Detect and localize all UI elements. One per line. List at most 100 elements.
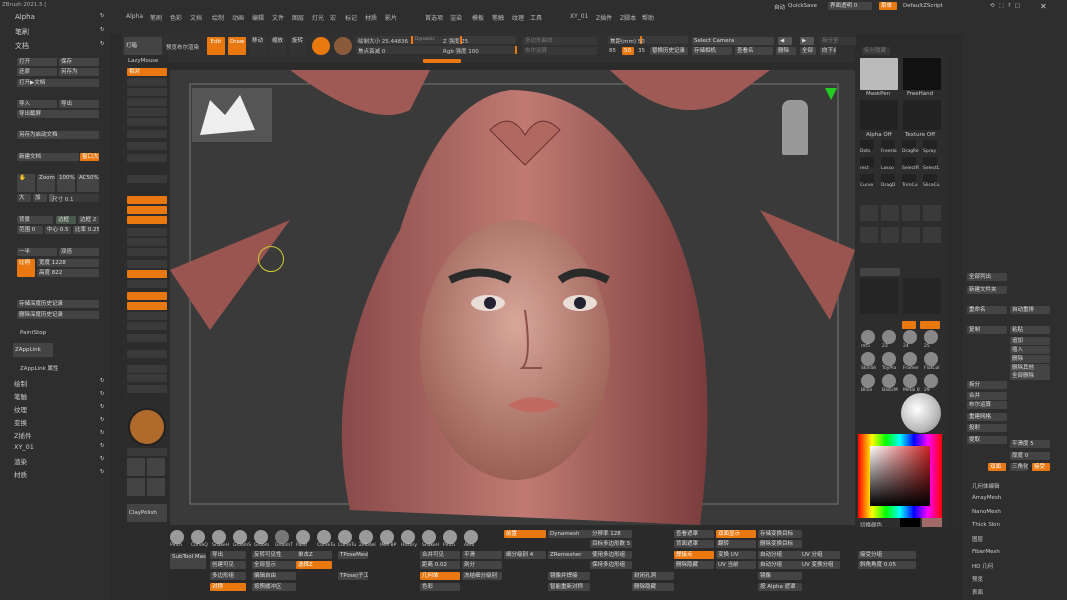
menu-item-21[interactable]: Z插件: [596, 13, 612, 22]
scale-button[interactable]: 缩放: [270, 37, 286, 55]
bottom-button-27[interactable]: 使用多边形组: [590, 551, 632, 559]
prev-camera-icon[interactable]: ◀: [778, 37, 792, 45]
refresh-icon[interactable]: ↻: [100, 13, 105, 19]
move-button[interactable]: 移动: [250, 37, 266, 55]
accept-button[interactable]: 接受: [1032, 463, 1050, 471]
left-shelf-button-16[interactable]: [127, 270, 167, 278]
all-camera-button[interactable]: 全部: [800, 47, 816, 55]
material-icon-2[interactable]: [903, 330, 917, 344]
brush-icon-7[interactable]: [317, 530, 331, 544]
material-icon-10[interactable]: [903, 374, 917, 388]
menu-item-2[interactable]: 色彩: [170, 13, 182, 22]
palette-brush[interactable]: 笔刷: [15, 27, 29, 37]
bottom-button-32[interactable]: 背面遮罩: [674, 540, 714, 548]
shelf-icon-0[interactable]: [127, 458, 145, 476]
bottom-button-41[interactable]: 自动分组: [758, 551, 802, 559]
width-slider[interactable]: 宽度 1228: [37, 259, 99, 267]
left-shelf-button-0[interactable]: [127, 78, 167, 86]
bottom-button-10[interactable]: TPoseMesh: [338, 551, 368, 559]
actual-size-button[interactable]: 100%: [57, 174, 75, 192]
refresh-icon[interactable]: ↻: [100, 378, 105, 384]
refresh-icon[interactable]: ↻: [100, 41, 105, 47]
palette-document[interactable]: 文档: [15, 41, 29, 51]
left-shelf-button-15[interactable]: [127, 260, 167, 268]
material-icon-4[interactable]: [861, 352, 875, 366]
subtool-action-15[interactable]: 投射: [967, 424, 1007, 432]
tool-icon-0[interactable]: [860, 205, 878, 221]
material-sphere-icon[interactable]: [901, 393, 941, 433]
lens-50[interactable]: 50: [622, 47, 634, 55]
brush-icon-11[interactable]: [401, 530, 415, 544]
brush-icon-13[interactable]: [443, 530, 457, 544]
bottom-button-48[interactable]: 斜角角度 0.05: [858, 561, 916, 569]
menu-item-5[interactable]: 动画: [232, 13, 244, 22]
left-shelf-button-12[interactable]: [127, 228, 167, 236]
menu-item-10[interactable]: 宏: [330, 13, 336, 22]
left-shelf-button-18[interactable]: [127, 292, 167, 300]
store-depth-history-button[interactable]: 存储深度历史记录: [17, 300, 99, 308]
tool-icon-1[interactable]: [881, 205, 899, 221]
subtool-action-9[interactable]: 删除其他: [1010, 364, 1050, 372]
bottom-button-45[interactable]: UV 分组: [800, 551, 840, 559]
import-button[interactable]: 导入: [17, 100, 57, 108]
double-sided-button[interactable]: 双面: [988, 463, 1006, 471]
subtool-action-10[interactable]: 全部删除: [1010, 372, 1050, 380]
menu-item-3[interactable]: 文档: [190, 13, 202, 22]
ratio-slider[interactable]: 比率 0.25: [73, 226, 99, 234]
left-shelf-button-17[interactable]: [127, 280, 167, 288]
zoom2d-button[interactable]: Zoom2D: [37, 174, 55, 192]
brush-icon-4[interactable]: [254, 530, 268, 544]
menu-item-23[interactable]: 帮助: [642, 13, 654, 22]
double-button[interactable]: 双倍: [59, 248, 99, 256]
refresh-icon[interactable]: ↻: [100, 443, 105, 449]
left-shelf-button-23[interactable]: [127, 350, 167, 358]
subtool-action-0[interactable]: 全部列出: [967, 273, 1007, 281]
palette-5[interactable]: XY_01: [14, 443, 34, 451]
palette-3[interactable]: 变换: [14, 417, 27, 427]
shelf-icon-3[interactable]: [147, 478, 165, 496]
subtool-action-16[interactable]: 提取: [967, 436, 1007, 444]
menu-item-20[interactable]: XY_01: [570, 13, 588, 20]
brush-icon-6[interactable]: [296, 530, 310, 544]
material-icon-8[interactable]: [861, 374, 875, 388]
left-shelf-button-1[interactable]: [127, 88, 167, 96]
subtool-action-1[interactable]: 新建文件夹: [967, 286, 1007, 294]
save-startup-doc-button[interactable]: 另存为启动文档: [17, 131, 99, 139]
palette-2[interactable]: 纹理: [14, 404, 27, 414]
subtool-master-button[interactable]: SubTool Master: [170, 553, 206, 569]
menu-item-0[interactable]: Alpha: [126, 13, 143, 20]
menu-item-11[interactable]: 标记: [345, 13, 357, 22]
bottom-button-24[interactable]: 智能重新对称: [548, 583, 590, 591]
bottom-button-1[interactable]: 创建可见: [210, 561, 246, 569]
brush-icon-10[interactable]: [380, 530, 394, 544]
refresh-icon[interactable]: ↻: [100, 456, 105, 462]
back-button[interactable]: 背景: [17, 216, 53, 224]
maskpen-brush-icon[interactable]: [860, 58, 898, 90]
bottom-button-19[interactable]: 前置: [504, 530, 546, 538]
claypolish-button[interactable]: ClayPolish: [127, 504, 167, 522]
triangulate-button[interactable]: 三角化: [1010, 463, 1028, 471]
material-icon-1[interactable]: [882, 330, 896, 344]
material-icon-6[interactable]: [903, 352, 917, 366]
refresh-icon[interactable]: ↻: [100, 391, 105, 397]
smoothness-slider[interactable]: 平滑度 5: [1010, 440, 1050, 448]
bottom-button-34[interactable]: 删除隐藏: [674, 561, 714, 569]
delete-camera-button[interactable]: 删除: [776, 47, 796, 55]
refresh-icon[interactable]: ↻: [100, 27, 105, 33]
brush-icon-3[interactable]: [233, 530, 247, 544]
bottom-button-13[interactable]: 距离 0.02: [420, 561, 460, 569]
bottom-button-35[interactable]: 双面显示: [716, 530, 756, 538]
palette-4[interactable]: Z插件: [14, 430, 31, 440]
tool-icon-4[interactable]: [860, 227, 878, 243]
bottom-button-7[interactable]: 按照缓冲区: [252, 583, 296, 591]
left-shelf-button-3[interactable]: [127, 108, 167, 116]
menu-item-4[interactable]: 绘制: [212, 13, 224, 22]
tool-icon-2[interactable]: [902, 205, 920, 221]
left-shelf-button-10[interactable]: [127, 206, 167, 214]
subtool-action-4[interactable]: 复制: [967, 326, 1007, 334]
material-icon-9[interactable]: [882, 374, 896, 388]
merge-down-button[interactable]: 向下合并: [820, 47, 836, 55]
shelf-icon-1[interactable]: [147, 458, 165, 476]
bottom-button-23[interactable]: 镜像并焊接: [548, 572, 590, 580]
texture-preview-icon[interactable]: [903, 278, 941, 314]
